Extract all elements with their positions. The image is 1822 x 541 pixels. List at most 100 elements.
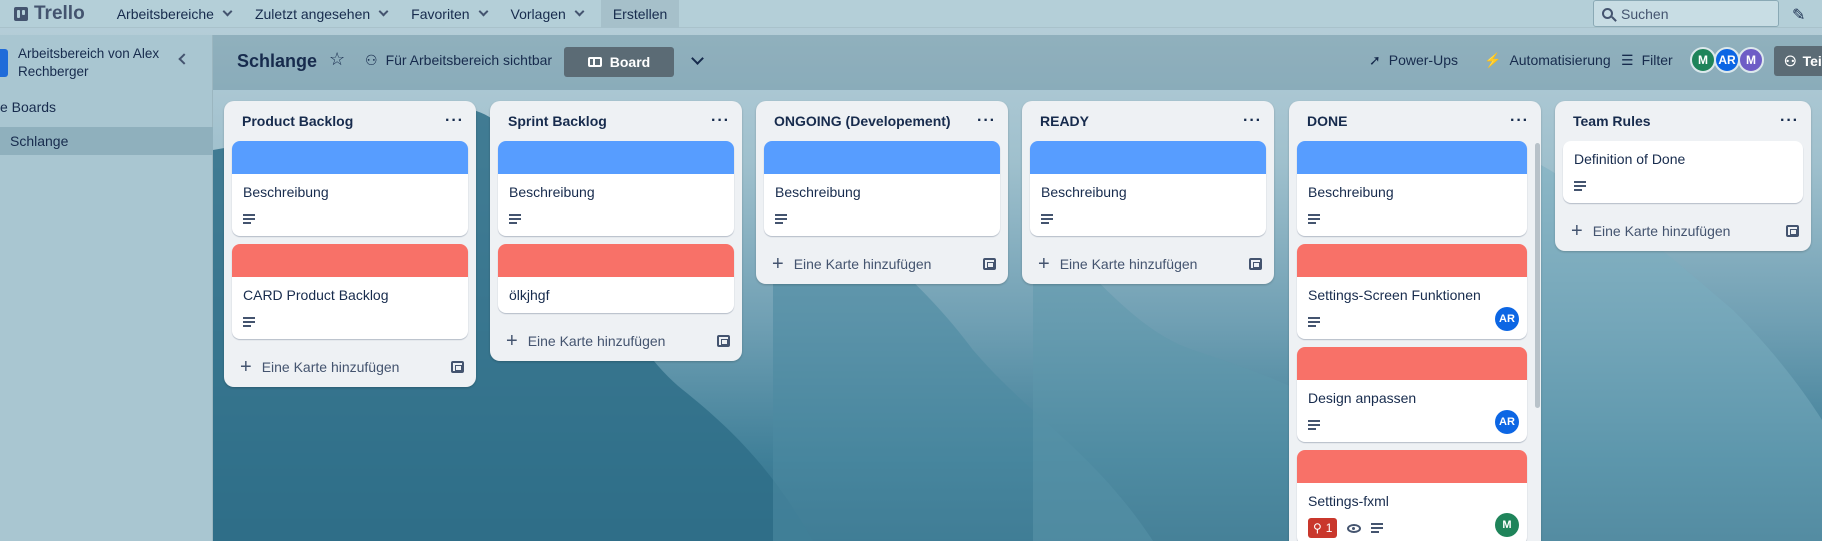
visibility-label: Für Arbeitsbereich sichtbar <box>385 52 553 68</box>
card[interactable]: Beschreibung <box>498 141 734 236</box>
card[interactable]: Design anpassen AR <box>1297 347 1527 442</box>
card-cover <box>232 244 468 277</box>
nav-templates[interactable]: Vorlagen <box>499 0 595 28</box>
card[interactable]: Settings-Screen Funktionen AR <box>1297 244 1527 339</box>
template-icon[interactable] <box>1249 258 1262 270</box>
workspace-name[interactable]: Arbeitsbereich von Alex Rechberger <box>18 45 178 81</box>
share-button[interactable]: ⚇ Teile <box>1774 46 1822 76</box>
add-card-button[interactable]: + Eine Karte hinzufügen <box>224 347 476 387</box>
search-placeholder: Suchen <box>1621 5 1669 22</box>
list-menu-icon[interactable]: ··· <box>977 112 996 130</box>
add-card-button[interactable]: + Eine Karte hinzufügen <box>756 244 1008 284</box>
board-view-label: Board <box>609 54 651 70</box>
avatar[interactable]: M <box>1738 47 1764 73</box>
description-icon <box>1308 214 1320 224</box>
avatar[interactable]: M <box>1690 47 1716 73</box>
card-title: Settings-fxml <box>1308 493 1389 509</box>
visibility-button[interactable]: ⚇ Für Arbeitsbereich sichtbar <box>365 45 552 75</box>
card[interactable]: Beschreibung <box>1297 141 1527 236</box>
automation-button[interactable]: ⚡ Automatisierung <box>1484 45 1611 75</box>
add-card-button[interactable]: + Eine Karte hinzufügen <box>490 321 742 361</box>
board-view-button[interactable]: Board <box>564 47 674 77</box>
description-icon <box>509 214 521 224</box>
sidebar-boards-link[interactable]: e Boards <box>0 99 56 115</box>
people-icon: ⚇ <box>365 51 378 68</box>
nav-starred-label: Favoriten <box>411 5 470 22</box>
description-icon <box>243 214 255 224</box>
share-icon: ⚇ <box>1784 52 1797 69</box>
list-menu-icon[interactable]: ··· <box>445 112 464 130</box>
star-icon[interactable]: ☆ <box>329 49 345 70</box>
notifications-icon[interactable]: ✎ <box>1792 5 1805 25</box>
add-card-label: Eine Karte hinzufügen <box>1592 223 1731 239</box>
template-icon[interactable] <box>717 335 730 347</box>
trello-logo[interactable]: Trello <box>14 3 85 25</box>
chevron-down-icon[interactable] <box>691 52 704 65</box>
powerups-button[interactable]: ➚ Power-Ups <box>1369 45 1458 75</box>
list-title[interactable]: Team Rules <box>1573 113 1651 129</box>
nav-starred[interactable]: Favoriten <box>399 0 498 28</box>
chevron-down-icon <box>574 6 585 17</box>
board-title[interactable]: Schlange <box>237 51 317 72</box>
card[interactable]: Beschreibung <box>1030 141 1266 236</box>
automation-label: Automatisierung <box>1509 52 1611 68</box>
trello-logo-text: Trello <box>34 2 85 24</box>
description-icon <box>1308 317 1320 327</box>
vote-count: 1 <box>1325 521 1333 535</box>
create-button[interactable]: Erstellen <box>600 0 680 28</box>
list-done: DONE ··· Beschreibung Settings-Screen Fun… <box>1289 101 1541 541</box>
search-input[interactable]: Suchen <box>1593 0 1779 27</box>
card-title: ölkjhgf <box>509 287 550 303</box>
avatar[interactable]: AR <box>1714 47 1740 73</box>
template-icon[interactable] <box>983 258 996 270</box>
list-menu-icon[interactable]: ··· <box>1243 112 1262 130</box>
description-icon <box>1574 181 1586 191</box>
sidebar: Arbeitsbereich von Alex Rechberger e Boa… <box>0 35 213 541</box>
template-icon[interactable] <box>451 361 464 373</box>
description-icon <box>1371 523 1384 533</box>
card-title: Beschreibung <box>243 184 329 200</box>
card-cover <box>1297 141 1527 174</box>
card-cover <box>232 141 468 174</box>
nav-workspaces[interactable]: Arbeitsbereiche <box>105 0 243 28</box>
card[interactable]: Beschreibung <box>232 141 468 236</box>
top-navbar: Trello Arbeitsbereiche Zuletzt angesehen… <box>0 0 1822 28</box>
list-product-backlog: Product Backlog ··· Beschreibung CARD Pro… <box>224 101 476 387</box>
collapse-sidebar-icon[interactable] <box>178 53 190 65</box>
card[interactable]: Beschreibung <box>764 141 1000 236</box>
list-title[interactable]: READY <box>1040 113 1089 129</box>
nav-recent[interactable]: Zuletzt angesehen <box>243 0 399 28</box>
list-scrollbar[interactable] <box>1535 143 1540 408</box>
sidebar-item-schlange[interactable]: Schlange <box>0 127 213 155</box>
filter-label: Filter <box>1641 52 1673 68</box>
list-menu-icon[interactable]: ··· <box>1510 112 1529 130</box>
card[interactable]: CARD Product Backlog <box>232 244 468 339</box>
chevron-down-icon <box>478 6 488 17</box>
plus-icon: + <box>1038 253 1050 275</box>
description-icon <box>243 317 255 327</box>
add-card-button[interactable]: + Eine Karte hinzufügen <box>1555 211 1811 251</box>
plus-icon: + <box>1571 220 1583 242</box>
list-title[interactable]: ONGOING (Developement) <box>774 113 951 129</box>
list-menu-icon[interactable]: ··· <box>1780 112 1799 130</box>
add-card-label: Eine Karte hinzufügen <box>261 359 400 375</box>
card[interactable]: Settings-fxml ⚲ 1 M <box>1297 450 1527 541</box>
card-cover <box>1297 450 1527 483</box>
card[interactable]: ölkjhgf <box>498 244 734 313</box>
avatar[interactable]: M <box>1495 513 1519 537</box>
add-card-button[interactable]: + Eine Karte hinzufügen <box>1022 244 1274 284</box>
list-menu-icon[interactable]: ··· <box>711 112 730 130</box>
description-icon <box>1041 214 1053 224</box>
search-icon <box>1602 8 1613 19</box>
plus-icon: + <box>506 330 518 352</box>
card[interactable]: Definition of Done <box>1563 141 1803 203</box>
avatar[interactable]: AR <box>1495 410 1519 434</box>
card-title: Design anpassen <box>1308 390 1417 406</box>
list-title[interactable]: Product Backlog <box>242 113 353 129</box>
list-title[interactable]: DONE <box>1307 113 1347 129</box>
filter-button[interactable]: ☰ Filter <box>1621 45 1673 75</box>
template-icon[interactable] <box>1786 225 1799 237</box>
list-title[interactable]: Sprint Backlog <box>508 113 607 129</box>
card-title: Beschreibung <box>775 184 861 200</box>
avatar[interactable]: AR <box>1495 307 1519 331</box>
